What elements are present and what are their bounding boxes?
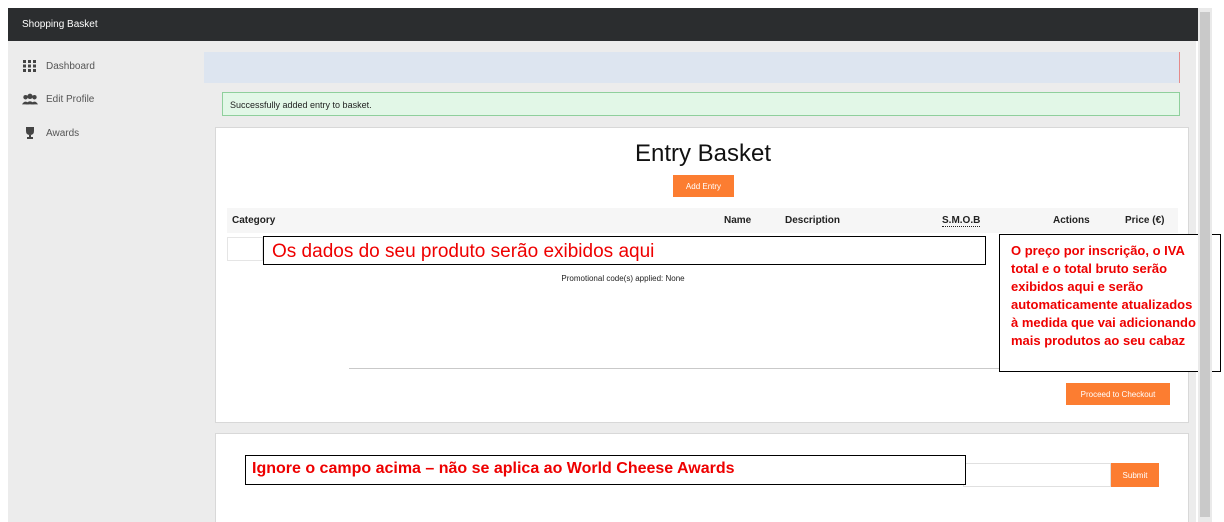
column-header-price[interactable]: Price (€) — [1125, 215, 1164, 226]
top-bar: Shopping Basket — [8, 8, 1200, 41]
sidebar-item-awards[interactable]: Awards — [22, 125, 79, 141]
proceed-to-checkout-button[interactable]: Proceed to Checkout — [1066, 383, 1170, 405]
column-header-name[interactable]: Name — [724, 215, 751, 226]
add-entry-button[interactable]: Add Entry — [673, 175, 734, 197]
column-header-description[interactable]: Description — [785, 215, 840, 226]
scrollbar-thumb[interactable] — [1200, 12, 1210, 517]
users-icon — [22, 92, 38, 106]
sidebar-item-edit-profile[interactable]: Edit Profile — [22, 91, 94, 107]
annotation-ignore-field: Ignore o campo acima – não se aplica ao … — [245, 455, 966, 485]
grid-icon — [22, 59, 38, 73]
promo-code-status: Promotional code(s) applied: None — [561, 274, 685, 283]
table-row — [227, 237, 263, 261]
trophy-icon — [22, 126, 38, 140]
table-header: Category Name Description S.M.O.B Action… — [227, 208, 1178, 233]
page-title: Shopping Basket — [22, 19, 98, 30]
sidebar-item-label: Awards — [46, 127, 80, 139]
success-alert: Successfully added entry to basket. — [222, 92, 1180, 116]
basket-title: Entry Basket — [634, 140, 772, 167]
column-header-smob[interactable]: S.M.O.B — [942, 215, 981, 227]
sidebar-item-dashboard[interactable]: Dashboard — [22, 58, 95, 74]
divider — [349, 368, 1032, 369]
promo-code-input[interactable] — [963, 463, 1111, 487]
sidebar-item-label: Edit Profile — [46, 93, 95, 105]
column-header-category[interactable]: Category — [232, 215, 275, 226]
column-header-actions: Actions — [1053, 215, 1090, 226]
annotation-price-info: O preço por inscrição, o IVA total e o t… — [999, 234, 1221, 372]
submit-button[interactable]: Submit — [1111, 463, 1159, 487]
info-bar — [204, 52, 1180, 83]
annotation-product-data: Os dados do seu produto serão exibidos a… — [263, 236, 986, 265]
sidebar-item-label: Dashboard — [46, 60, 95, 72]
